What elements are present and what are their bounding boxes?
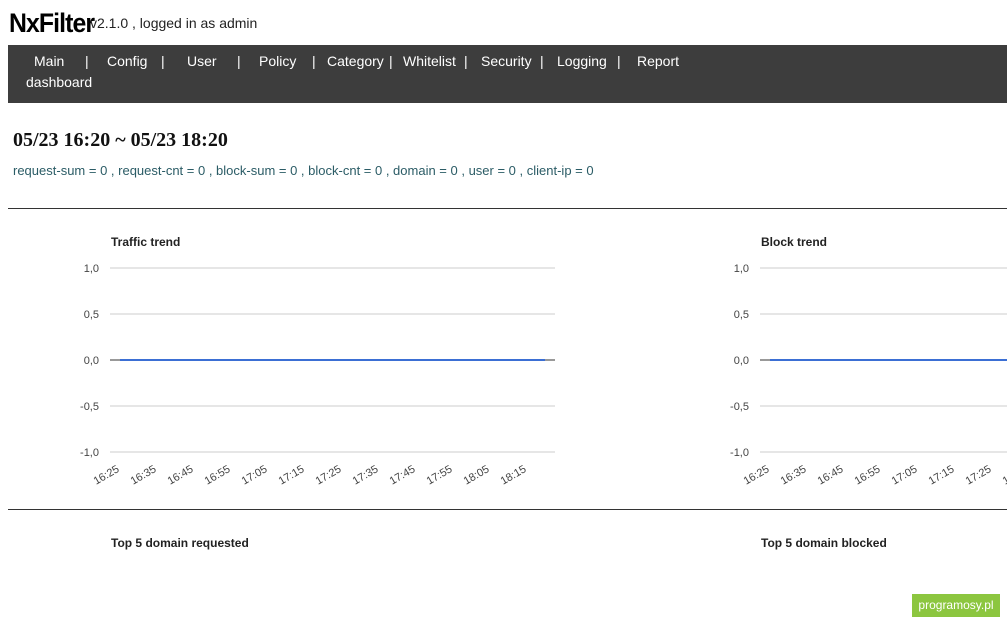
x-tick-label: 17:15 — [927, 463, 957, 487]
nav-policy[interactable]: Policy — [259, 53, 296, 69]
x-tick-label: 16:35 — [129, 463, 159, 487]
y-tick-label: 0,5 — [84, 309, 99, 321]
nav-separator: | — [312, 53, 316, 69]
x-tick-label: 16:35 — [779, 463, 809, 487]
divider-bottom — [8, 509, 1007, 510]
nav-separator: | — [617, 53, 621, 69]
x-tick-label: 16:55 — [203, 463, 233, 487]
nav-security[interactable]: Security — [481, 53, 532, 69]
time-range-title: 05/23 16:20 ~ 05/23 18:20 — [13, 129, 228, 151]
x-tick-label: 17:05 — [240, 463, 270, 487]
nav-category[interactable]: Category — [327, 53, 384, 69]
divider-top — [8, 208, 1007, 209]
nav-user[interactable]: User — [187, 53, 217, 69]
app-logo: NxFilter — [9, 8, 95, 38]
x-tick-label: 16:25 — [742, 463, 772, 487]
x-tick-label: 17:25 — [964, 463, 994, 487]
traffic-trend-chart: Traffic trend 1,0 0,5 0,0 -0,5 -1,0 16:25 16:35… — [80, 235, 555, 487]
x-tick-label: 17:05 — [890, 463, 920, 487]
x-tick-label: 17:45 — [388, 463, 418, 487]
nav-separator: | — [161, 53, 165, 69]
nav-whitelist[interactable]: Whitelist — [403, 53, 456, 69]
x-tick-label: 17:35 — [351, 463, 381, 487]
y-tick-label: -1,0 — [730, 447, 749, 459]
x-tick-label: 18:05 — [462, 463, 492, 487]
y-tick-label: 0,0 — [734, 355, 749, 367]
y-tick-label: -0,5 — [730, 401, 749, 413]
nav-separator: | — [464, 53, 468, 69]
y-tick-label: -0,5 — [80, 401, 99, 413]
nav-main[interactable]: Main — [34, 53, 64, 69]
nav-separator: | — [389, 53, 393, 69]
top-domain-requested-title: Top 5 domain requested — [111, 536, 249, 550]
x-tick-label: 17:55 — [425, 463, 455, 487]
y-tick-label: 0,0 — [84, 355, 99, 367]
x-tick-label: 16:45 — [816, 463, 846, 487]
nav-logging[interactable]: Logging — [557, 53, 607, 69]
x-tick-label: 16:45 — [166, 463, 196, 487]
y-tick-label: 1,0 — [84, 263, 99, 275]
watermark-badge: programosy.pl — [912, 594, 1000, 617]
nav-separator: | — [85, 53, 89, 69]
main-nav-bar: Main | Config | User | Policy | Category… — [8, 45, 1007, 103]
summary-stats: request-sum = 0 , request-cnt = 0 , bloc… — [13, 163, 594, 178]
version-login-text: v2.1.0 , logged in as admin — [90, 15, 258, 31]
x-tick-label: 18:15 — [499, 463, 529, 487]
nav-config[interactable]: Config — [107, 53, 147, 69]
chart-title: Traffic trend — [111, 235, 180, 249]
y-tick-label: 1,0 — [734, 263, 749, 275]
x-tick-label: 17:25 — [314, 463, 344, 487]
chart-title: Block trend — [761, 235, 827, 249]
x-tick-label: 16:25 — [92, 463, 122, 487]
nav-separator: | — [540, 53, 544, 69]
x-tick-label: 17:35 — [1001, 463, 1007, 487]
nav-sub-dashboard[interactable]: dashboard — [26, 74, 92, 90]
brand: NxFilter — [9, 8, 102, 39]
y-tick-label: 0,5 — [734, 309, 749, 321]
nav-separator: | — [237, 53, 241, 69]
block-trend-chart: Block trend 1,0 0,5 0,0 -0,5 -1,0 16:25 16:35 16… — [730, 235, 1007, 487]
x-tick-label: 16:55 — [853, 463, 883, 487]
top-domain-blocked-title: Top 5 domain blocked — [761, 536, 887, 550]
nav-report[interactable]: Report — [637, 53, 679, 69]
x-tick-label: 17:15 — [277, 463, 307, 487]
y-tick-label: -1,0 — [80, 447, 99, 459]
